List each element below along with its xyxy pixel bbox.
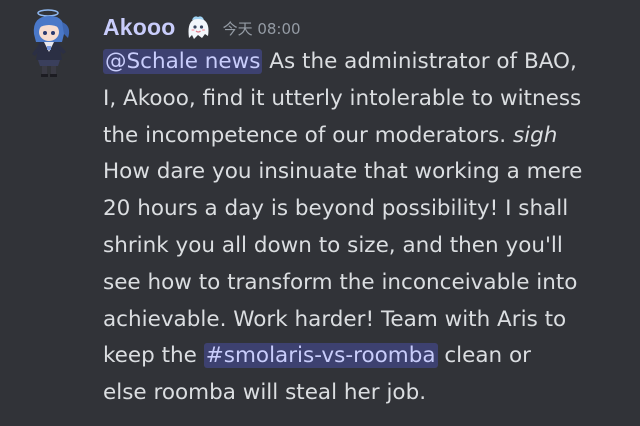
username[interactable]: Akooo bbox=[103, 14, 176, 41]
message-line: else roomba will steal her job. bbox=[103, 380, 427, 406]
message-text: clean or bbox=[437, 343, 532, 369]
message-line: shrink you all down to size, and then yo… bbox=[103, 232, 563, 258]
chibi-character-avatar-icon[interactable] bbox=[26, 8, 74, 78]
message-header: Akooo 今天 08:00 bbox=[103, 10, 301, 44]
message-text: As the administrator of BAO, bbox=[262, 49, 577, 74]
message-line: @Schale news As the administrator of BAO… bbox=[103, 44, 623, 81]
message-line: keep the #smolaris-vs-roomba clean or bbox=[103, 338, 623, 375]
user-mention[interactable]: @Schale news bbox=[103, 49, 263, 74]
message-text: keep the bbox=[103, 343, 204, 369]
message-line: I, Akooo, find it utterly intolerable to… bbox=[103, 85, 582, 111]
message-line: see how to transform the inconceivable i… bbox=[103, 269, 578, 295]
message-line: achievable. Work harder! Team with Aris … bbox=[103, 306, 567, 332]
message-text: the incompetence of our moderators. bbox=[103, 122, 513, 148]
ghost-mascot-badge-icon bbox=[188, 16, 209, 39]
italic-text: sigh bbox=[512, 122, 558, 148]
channel-mention[interactable]: #smolaris-vs-roomba bbox=[203, 343, 438, 369]
message-content: @Schale news As the administrator of BAO… bbox=[103, 44, 623, 412]
message-line: the incompetence of our moderators. sigh bbox=[103, 118, 623, 155]
message-line: How dare you insinuate that working a me… bbox=[103, 159, 583, 185]
message-line: 20 hours a day is beyond possibility! I … bbox=[103, 196, 569, 222]
timestamp[interactable]: 今天 08:00 bbox=[223, 15, 301, 39]
chat-message: Akooo 今天 08:00 @Schale news As the admin… bbox=[0, 0, 640, 426]
